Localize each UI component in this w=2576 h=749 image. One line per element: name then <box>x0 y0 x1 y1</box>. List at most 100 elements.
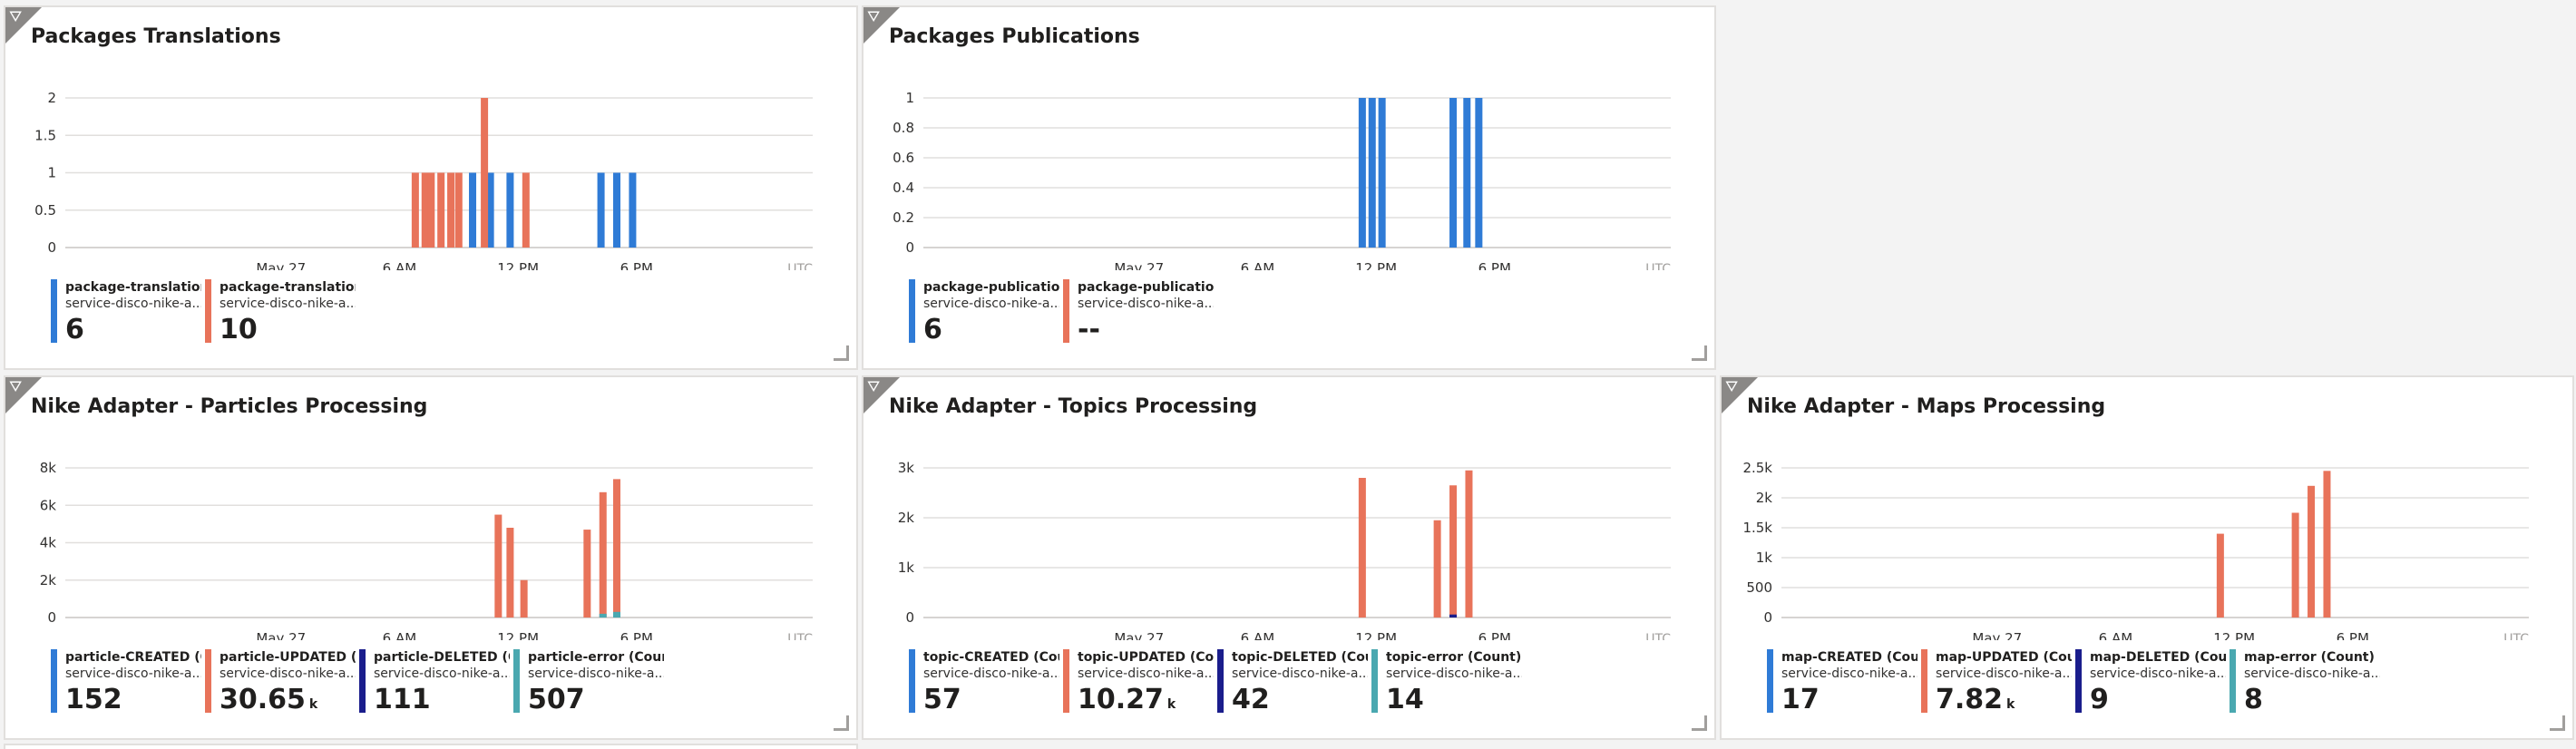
legend-item[interactable]: map-UPDATED (Count)service-disco-nike-a.… <box>1921 649 2075 721</box>
resize-handle[interactable] <box>1692 345 1707 361</box>
bar[interactable] <box>1449 98 1458 248</box>
bar[interactable] <box>599 613 607 618</box>
bar[interactable] <box>1449 614 1458 618</box>
bar[interactable] <box>437 172 445 248</box>
legend-color-swatch <box>2075 649 2082 713</box>
legend-item[interactable]: package-publication-... service-disco-nik… <box>909 279 1063 346</box>
bar[interactable] <box>583 530 591 618</box>
bar[interactable] <box>613 479 620 618</box>
resize-handle[interactable] <box>834 715 849 731</box>
legend-color-swatch <box>51 279 57 343</box>
legend-item[interactable]: topic-UPDATED (Count)service-disco-nike-… <box>1063 649 1217 721</box>
legend-item[interactable]: package-translation-... service-disco-nik… <box>205 279 359 346</box>
tile-packages-translations[interactable]: ⛛ Packages Translations 0 0.5 1 1.5 2 May 27 6… <box>4 5 858 370</box>
filter-icon[interactable]: ⛛ <box>1725 378 1738 396</box>
bar[interactable] <box>1358 98 1366 248</box>
legend-color-swatch <box>909 279 915 343</box>
timezone-label: UTC <box>2503 632 2529 640</box>
legend-item[interactable]: topic-error (Count) service-disco-nike-a.… <box>1371 649 1526 721</box>
bar[interactable] <box>1368 98 1376 248</box>
filter-icon[interactable]: ⛛ <box>867 8 880 26</box>
bar[interactable] <box>1463 98 1471 248</box>
x-tick-label: 6 PM <box>620 260 653 270</box>
tile-packages-publications[interactable]: ⛛ Packages Publications 0 0.2 0.4 0.6 0.8 1 Ma… <box>862 5 1716 370</box>
bar[interactable] <box>520 579 528 618</box>
bar[interactable] <box>1433 520 1441 618</box>
resize-handle[interactable] <box>1692 715 1707 731</box>
bar[interactable] <box>629 172 637 248</box>
chart-legend: particle-CREATED (Co...service-disco-nik… <box>51 649 668 721</box>
legend-series-name: particle-UPDATED (Co... <box>220 650 356 665</box>
x-tick-label: May 27 <box>1114 630 1164 640</box>
bar[interactable] <box>1358 478 1366 618</box>
legend-color-swatch <box>205 279 211 343</box>
filter-icon[interactable]: ⛛ <box>9 8 22 26</box>
legend-item[interactable]: particle-DELETED (Co...service-disco-nik… <box>359 649 513 721</box>
bar[interactable] <box>597 172 605 248</box>
bar-chart: 0 500 1k 1.5k 2k 2.5k May 27 6 AM 12 PM 6 PM UTC <box>1742 460 2529 640</box>
tile-maps-processing[interactable]: ⛛ Nike Adapter - Maps Processing 0 500 1k 1… <box>1720 375 2574 740</box>
bar-chart: 0 0.5 1 1.5 2 May 27 6 AM 12 PM 6 PM UTC <box>34 90 813 270</box>
bar[interactable] <box>1449 485 1458 618</box>
legend-item[interactable]: particle-error (Count)service-disco-nike… <box>513 649 668 721</box>
legend-value: 9 <box>2090 684 2230 716</box>
tile-partial[interactable] <box>4 744 858 749</box>
resize-handle[interactable] <box>834 345 849 361</box>
resize-handle[interactable] <box>2550 715 2565 731</box>
bar[interactable] <box>447 172 455 248</box>
legend-item[interactable]: particle-UPDATED (Co...service-disco-nik… <box>205 649 359 721</box>
bar[interactable] <box>2291 512 2299 618</box>
tile-topics-processing[interactable]: ⛛ Nike Adapter - Topics Processing 0 1k 2k… <box>862 375 1716 740</box>
legend-item[interactable]: map-CREATED (Count)service-disco-nike-a.… <box>1767 649 1921 721</box>
bar-chart: 0 2k 4k 6k 8k May 27 6 AM 12 PM 6 PM UTC <box>40 460 813 640</box>
legend-resource-name: service-disco-nike-a... <box>1781 666 1917 681</box>
legend-value-number: 7.82 <box>1936 684 2004 715</box>
y-tick-label: 1k <box>898 559 915 576</box>
bar[interactable] <box>599 491 607 618</box>
bar[interactable] <box>411 172 419 248</box>
legend-item[interactable]: topic-DELETED (Count)service-disco-nike-… <box>1217 649 1371 721</box>
legend-series-name: map-CREATED (Count) <box>1781 650 1917 665</box>
bar[interactable] <box>1378 98 1386 248</box>
tile-title: Nike Adapter - Particles Processing <box>31 395 428 418</box>
bar[interactable] <box>522 172 530 248</box>
legend-resource-name: service-disco-nike-a... <box>1078 297 1214 311</box>
bar[interactable] <box>481 98 489 248</box>
legend-resource-name: service-disco-nike-a... <box>528 666 664 681</box>
legend-value-unit: k <box>308 697 318 712</box>
bar[interactable] <box>506 172 514 248</box>
bar[interactable] <box>613 611 620 618</box>
legend-color-swatch <box>1921 649 1927 713</box>
legend-item[interactable]: package-publication-... service-disco-nik… <box>1063 279 1217 346</box>
bar[interactable] <box>2308 485 2316 618</box>
x-tick-label: 12 PM <box>497 260 539 270</box>
legend-value-number: 42 <box>1232 684 1270 715</box>
y-tick-label: 2.5k <box>1742 460 1772 476</box>
bar[interactable] <box>454 172 463 248</box>
legend-item[interactable]: map-error (Count) service-disco-nike-a...… <box>2230 649 2384 721</box>
bar[interactable] <box>1475 98 1483 248</box>
bar[interactable] <box>613 172 620 248</box>
y-tick-label: 0.5 <box>34 202 56 219</box>
legend-color-swatch <box>1767 649 1773 713</box>
legend-item[interactable]: topic-CREATED (Count)service-disco-nike-… <box>909 649 1063 721</box>
bar[interactable] <box>2216 533 2224 618</box>
tile-particles-processing[interactable]: ⛛ Nike Adapter - Particles Processing 0 2… <box>4 375 858 740</box>
bar[interactable] <box>2323 471 2331 618</box>
filter-icon[interactable]: ⛛ <box>9 378 22 396</box>
bar[interactable] <box>494 514 503 618</box>
filter-icon[interactable]: ⛛ <box>867 378 880 396</box>
x-tick-label: 12 PM <box>497 630 539 640</box>
legend-resource-name: service-disco-nike-a... <box>65 666 201 681</box>
legend-series-name: particle-error (Count) <box>528 650 664 665</box>
bar[interactable] <box>1465 470 1473 618</box>
bar[interactable] <box>506 528 514 618</box>
legend-resource-name: service-disco-nike-a... <box>1078 666 1214 681</box>
legend-item[interactable]: particle-CREATED (Co...service-disco-nik… <box>51 649 205 721</box>
bar[interactable] <box>469 172 477 248</box>
x-tick-label: 6 PM <box>1478 260 1511 270</box>
bar[interactable] <box>427 172 435 248</box>
legend-item[interactable]: package-translation-... service-disco-nik… <box>51 279 205 346</box>
legend-item[interactable]: map-DELETED (Count)service-disco-nike-a.… <box>2075 649 2230 721</box>
legend-value: 8 <box>2244 684 2384 716</box>
